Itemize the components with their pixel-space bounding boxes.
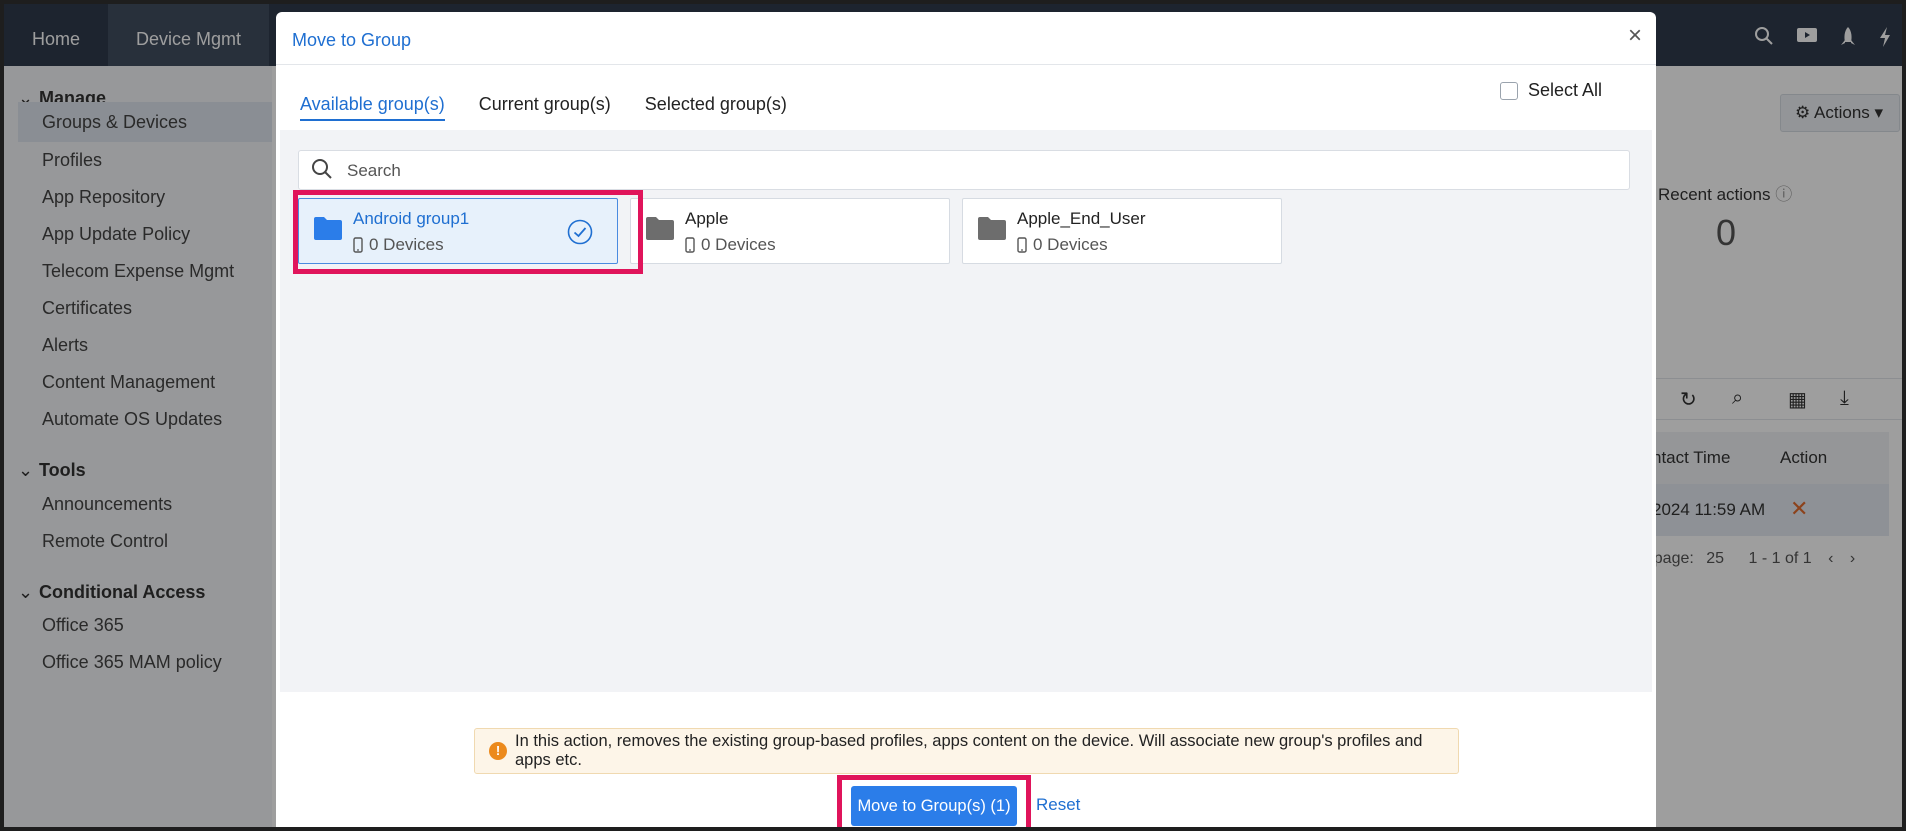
group-device-count: 0 Devices bbox=[1017, 235, 1108, 255]
group-card-apple[interactable]: Apple 0 Devices bbox=[630, 198, 950, 264]
divider bbox=[276, 64, 1656, 65]
tab-available-groups[interactable]: Available group(s) bbox=[300, 94, 445, 121]
group-name: Apple bbox=[685, 209, 729, 228]
select-all[interactable]: Select All bbox=[1500, 80, 1602, 101]
close-icon[interactable]: × bbox=[1628, 22, 1642, 50]
dialog-title: Move to Group bbox=[292, 30, 412, 50]
search-icon bbox=[312, 159, 332, 179]
search-input[interactable] bbox=[347, 159, 1547, 183]
group-device-count: 0 Devices bbox=[685, 235, 776, 255]
move-to-groups-button[interactable]: Move to Group(s) (1) bbox=[851, 786, 1017, 826]
highlight-box bbox=[293, 190, 643, 274]
mobile-icon bbox=[1017, 237, 1027, 253]
reset-link[interactable]: Reset bbox=[1036, 795, 1080, 815]
mobile-icon bbox=[685, 237, 695, 253]
select-all-checkbox[interactable] bbox=[1500, 81, 1518, 100]
groups-panel: Android group1 0 Devices Apple 0 Devices… bbox=[280, 130, 1652, 692]
group-tabs: Available group(s) Current group(s) Sele… bbox=[300, 94, 787, 121]
move-to-group-dialog: Move to Group × Available group(s) Curre… bbox=[276, 12, 1656, 827]
tab-current-groups[interactable]: Current group(s) bbox=[479, 94, 611, 121]
group-search bbox=[298, 150, 1630, 190]
warning-banner: ! In this action, removes the existing g… bbox=[474, 728, 1459, 774]
folder-icon bbox=[978, 217, 1006, 240]
warning-text: In this action, removes the existing gro… bbox=[515, 732, 1423, 769]
tab-selected-groups[interactable]: Selected group(s) bbox=[645, 94, 787, 121]
folder-icon bbox=[646, 217, 674, 240]
select-all-label: Select All bbox=[1528, 80, 1603, 100]
group-card-apple-end-user[interactable]: Apple_End_User 0 Devices bbox=[962, 198, 1282, 264]
device-count-text: 0 Devices bbox=[1033, 235, 1108, 254]
group-name: Apple_End_User bbox=[1017, 209, 1146, 228]
app-frame: Home Device Mgmt ⌄ Manage Groups & Devic… bbox=[4, 4, 1902, 827]
device-count-text: 0 Devices bbox=[701, 235, 776, 254]
warning-icon: ! bbox=[489, 742, 507, 760]
